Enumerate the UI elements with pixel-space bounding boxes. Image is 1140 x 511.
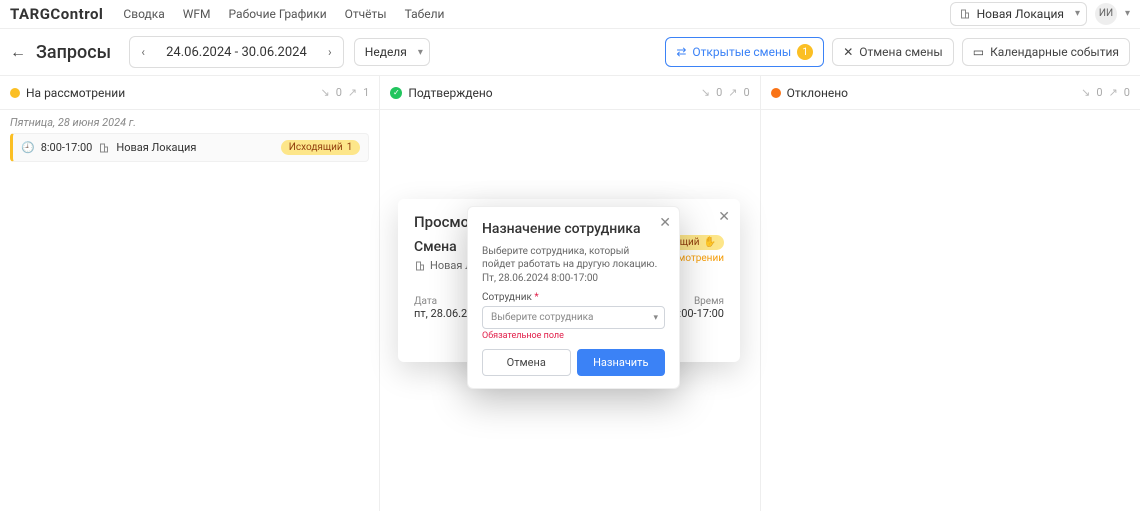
cancel-button[interactable]: Отмена xyxy=(482,349,571,376)
field-error: Обязательное поле xyxy=(482,331,665,341)
modal-title: Назначение сотрудника xyxy=(482,221,665,237)
employee-field-label: Сотрудник * xyxy=(482,292,665,303)
assign-employee-modal: ✕ Назначение сотрудника Выберите сотрудн… xyxy=(467,206,680,389)
employee-select[interactable]: Выберите сотрудника ▾ xyxy=(482,306,665,329)
close-icon[interactable]: ✕ xyxy=(659,215,671,231)
chevron-down-icon: ▾ xyxy=(653,313,658,323)
assign-button[interactable]: Назначить xyxy=(577,349,666,376)
employee-select-placeholder: Выберите сотрудника xyxy=(491,312,594,323)
modal-description: Выберите сотрудника, который пойдет рабо… xyxy=(482,245,665,271)
modal-datetime: Пт, 28.06.2024 8:00-17:00 xyxy=(482,273,665,284)
